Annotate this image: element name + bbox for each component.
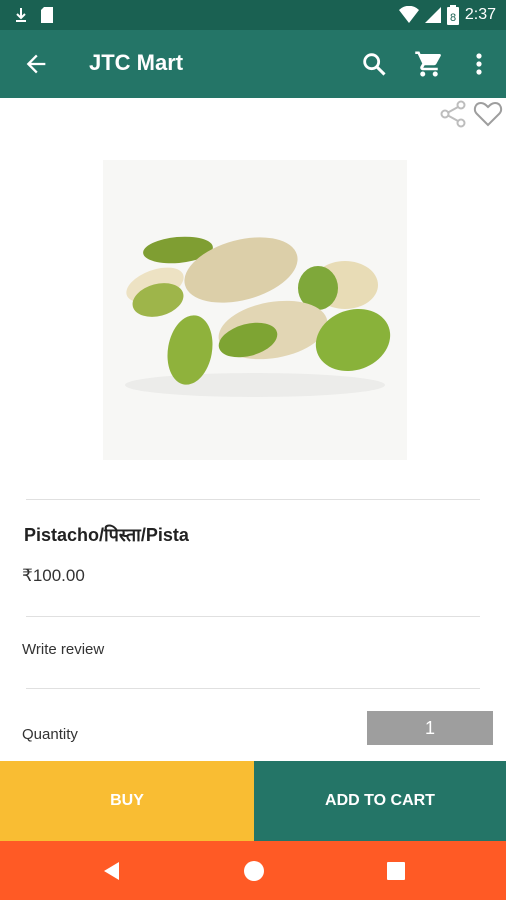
status-bar: 8 2:37 xyxy=(0,0,506,30)
add-to-cart-button[interactable]: ADD TO CART xyxy=(254,761,506,841)
nav-recent-icon[interactable] xyxy=(384,859,408,883)
quantity-input[interactable]: 1 xyxy=(367,711,493,745)
signal-icon xyxy=(424,7,441,23)
more-vert-icon[interactable] xyxy=(469,50,489,78)
cart-icon[interactable] xyxy=(414,49,444,79)
buy-button[interactable]: BUY xyxy=(0,761,254,841)
product-image xyxy=(103,160,407,460)
download-icon xyxy=(16,8,26,22)
nav-home-icon[interactable] xyxy=(242,859,266,883)
battery-icon: 8 xyxy=(446,5,459,25)
share-icon[interactable] xyxy=(438,100,468,128)
wifi-icon xyxy=(398,6,419,23)
svg-text:8: 8 xyxy=(450,12,456,24)
back-arrow-icon[interactable] xyxy=(22,50,50,78)
page-title: JTC Mart xyxy=(89,50,184,75)
write-review-link[interactable]: Write review xyxy=(22,641,104,658)
nav-back-icon[interactable] xyxy=(100,859,124,883)
divider xyxy=(26,616,480,617)
navigation-bar xyxy=(0,841,506,900)
divider xyxy=(26,499,480,500)
quantity-label: Quantity xyxy=(22,726,78,743)
heart-icon[interactable] xyxy=(473,100,503,128)
product-name: Pistacho/पिस्ता/Pista xyxy=(24,525,189,545)
app-bar: JTC Mart xyxy=(0,30,506,98)
product-price: ₹100.00 xyxy=(22,566,85,585)
status-time: 2:37 xyxy=(464,6,496,23)
divider xyxy=(26,688,480,689)
search-icon[interactable] xyxy=(360,50,388,78)
sd-card-icon xyxy=(41,7,53,23)
